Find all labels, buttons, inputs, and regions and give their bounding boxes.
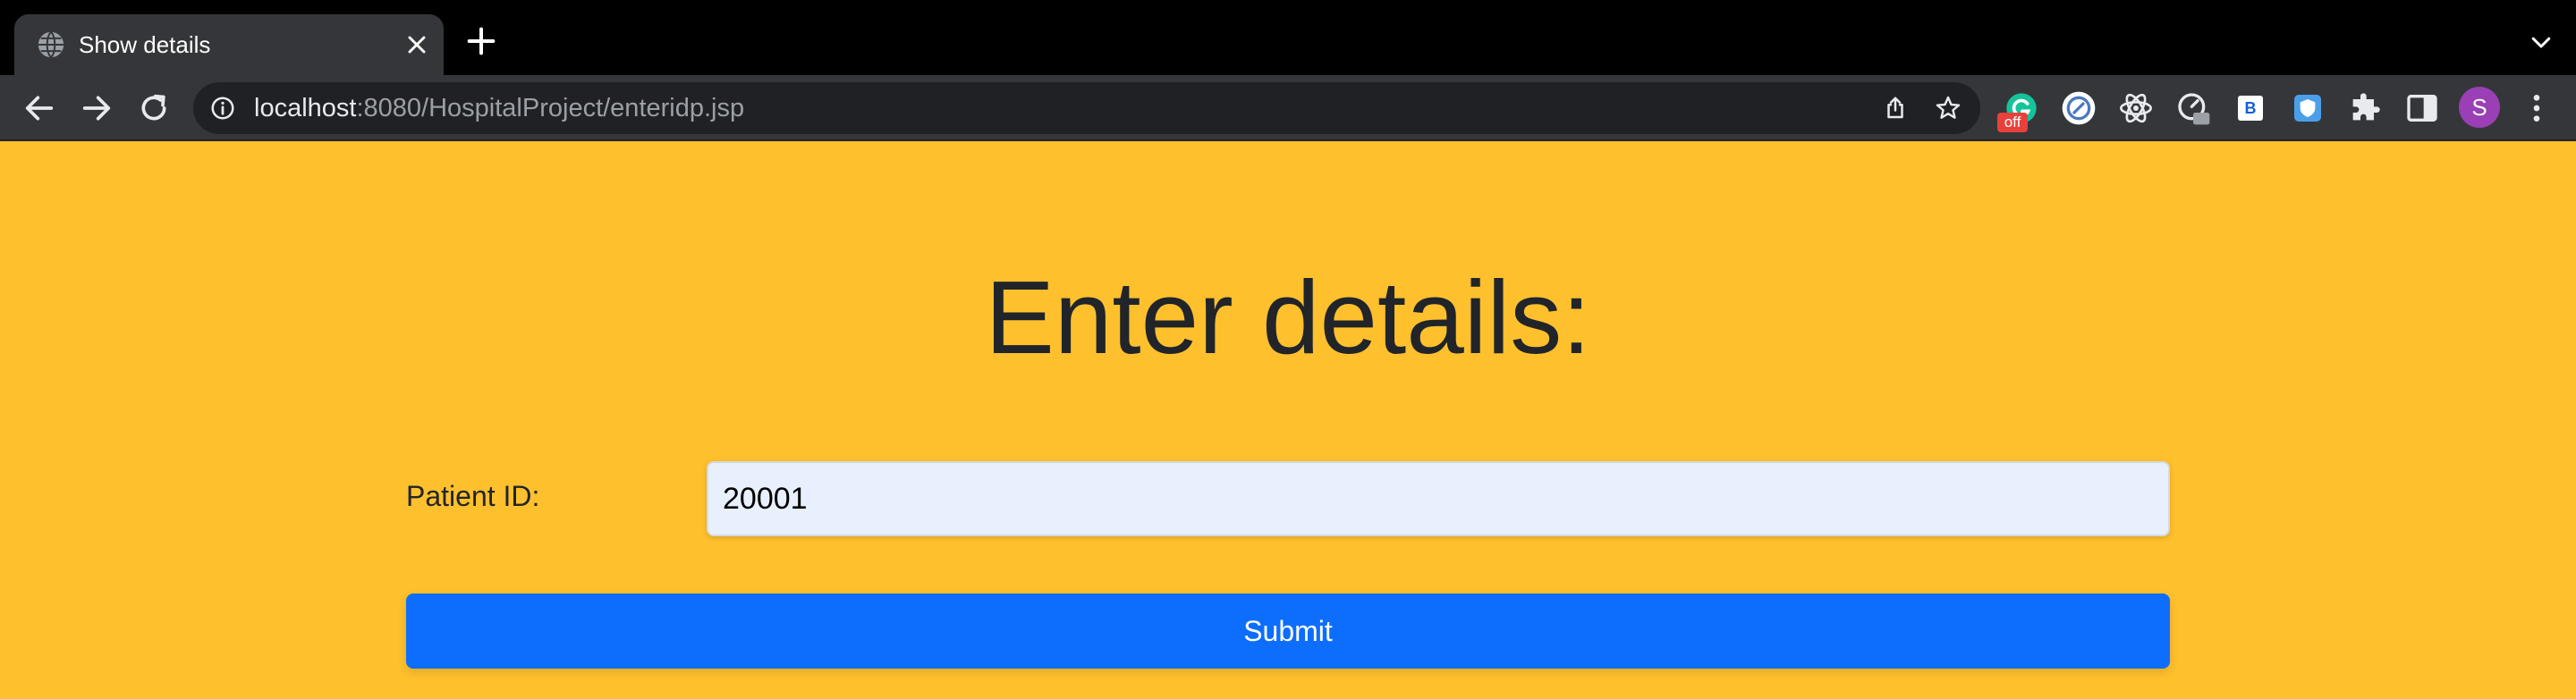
page-title: Enter details: xyxy=(985,259,1591,375)
back-arrow-icon[interactable] xyxy=(21,90,57,126)
forward-arrow-icon[interactable] xyxy=(79,90,114,126)
url-host: localhost xyxy=(254,94,357,122)
kebab-menu-icon[interactable] xyxy=(2519,90,2555,126)
profile-avatar[interactable]: S xyxy=(2459,87,2500,128)
address-bar[interactable]: localhost:8080/HospitalProject/enteridp.… xyxy=(193,82,1980,134)
submit-button[interactable]: Submit xyxy=(406,594,2170,669)
browser-toolbar: localhost:8080/HospitalProject/enteridp.… xyxy=(0,75,2576,141)
extension-circle-icon[interactable] xyxy=(2061,90,2097,126)
share-icon[interactable] xyxy=(1882,95,1909,122)
shield-icon[interactable] xyxy=(2290,90,2326,126)
tab-strip: Show details xyxy=(0,0,2576,75)
browser-tab[interactable]: Show details xyxy=(14,14,444,75)
close-icon[interactable] xyxy=(402,30,431,59)
patient-id-label: Patient ID: xyxy=(406,480,540,512)
star-icon[interactable] xyxy=(1934,94,1962,122)
bitwarden-icon[interactable]: B xyxy=(2233,90,2268,126)
globe-icon xyxy=(38,31,64,58)
grammarly-off-badge: off xyxy=(1997,113,2028,132)
plus-icon[interactable] xyxy=(463,23,499,59)
reload-icon[interactable] xyxy=(136,90,172,126)
ext-b-label: B xyxy=(2238,96,2263,121)
puzzle-icon[interactable] xyxy=(2347,90,2383,126)
info-icon[interactable] xyxy=(209,95,236,122)
url-text[interactable]: localhost:8080/HospitalProject/enteridp.… xyxy=(254,90,744,126)
sidepanel-icon[interactable] xyxy=(2404,90,2440,126)
extension-gauge-icon[interactable] xyxy=(2175,90,2211,126)
tab-title: Show details xyxy=(79,31,211,58)
chevron-down-icon[interactable] xyxy=(2528,29,2555,55)
react-icon[interactable] xyxy=(2118,90,2154,126)
url-path: :8080/HospitalProject/enteridp.jsp xyxy=(356,94,745,122)
patient-id-input[interactable] xyxy=(707,461,2170,536)
